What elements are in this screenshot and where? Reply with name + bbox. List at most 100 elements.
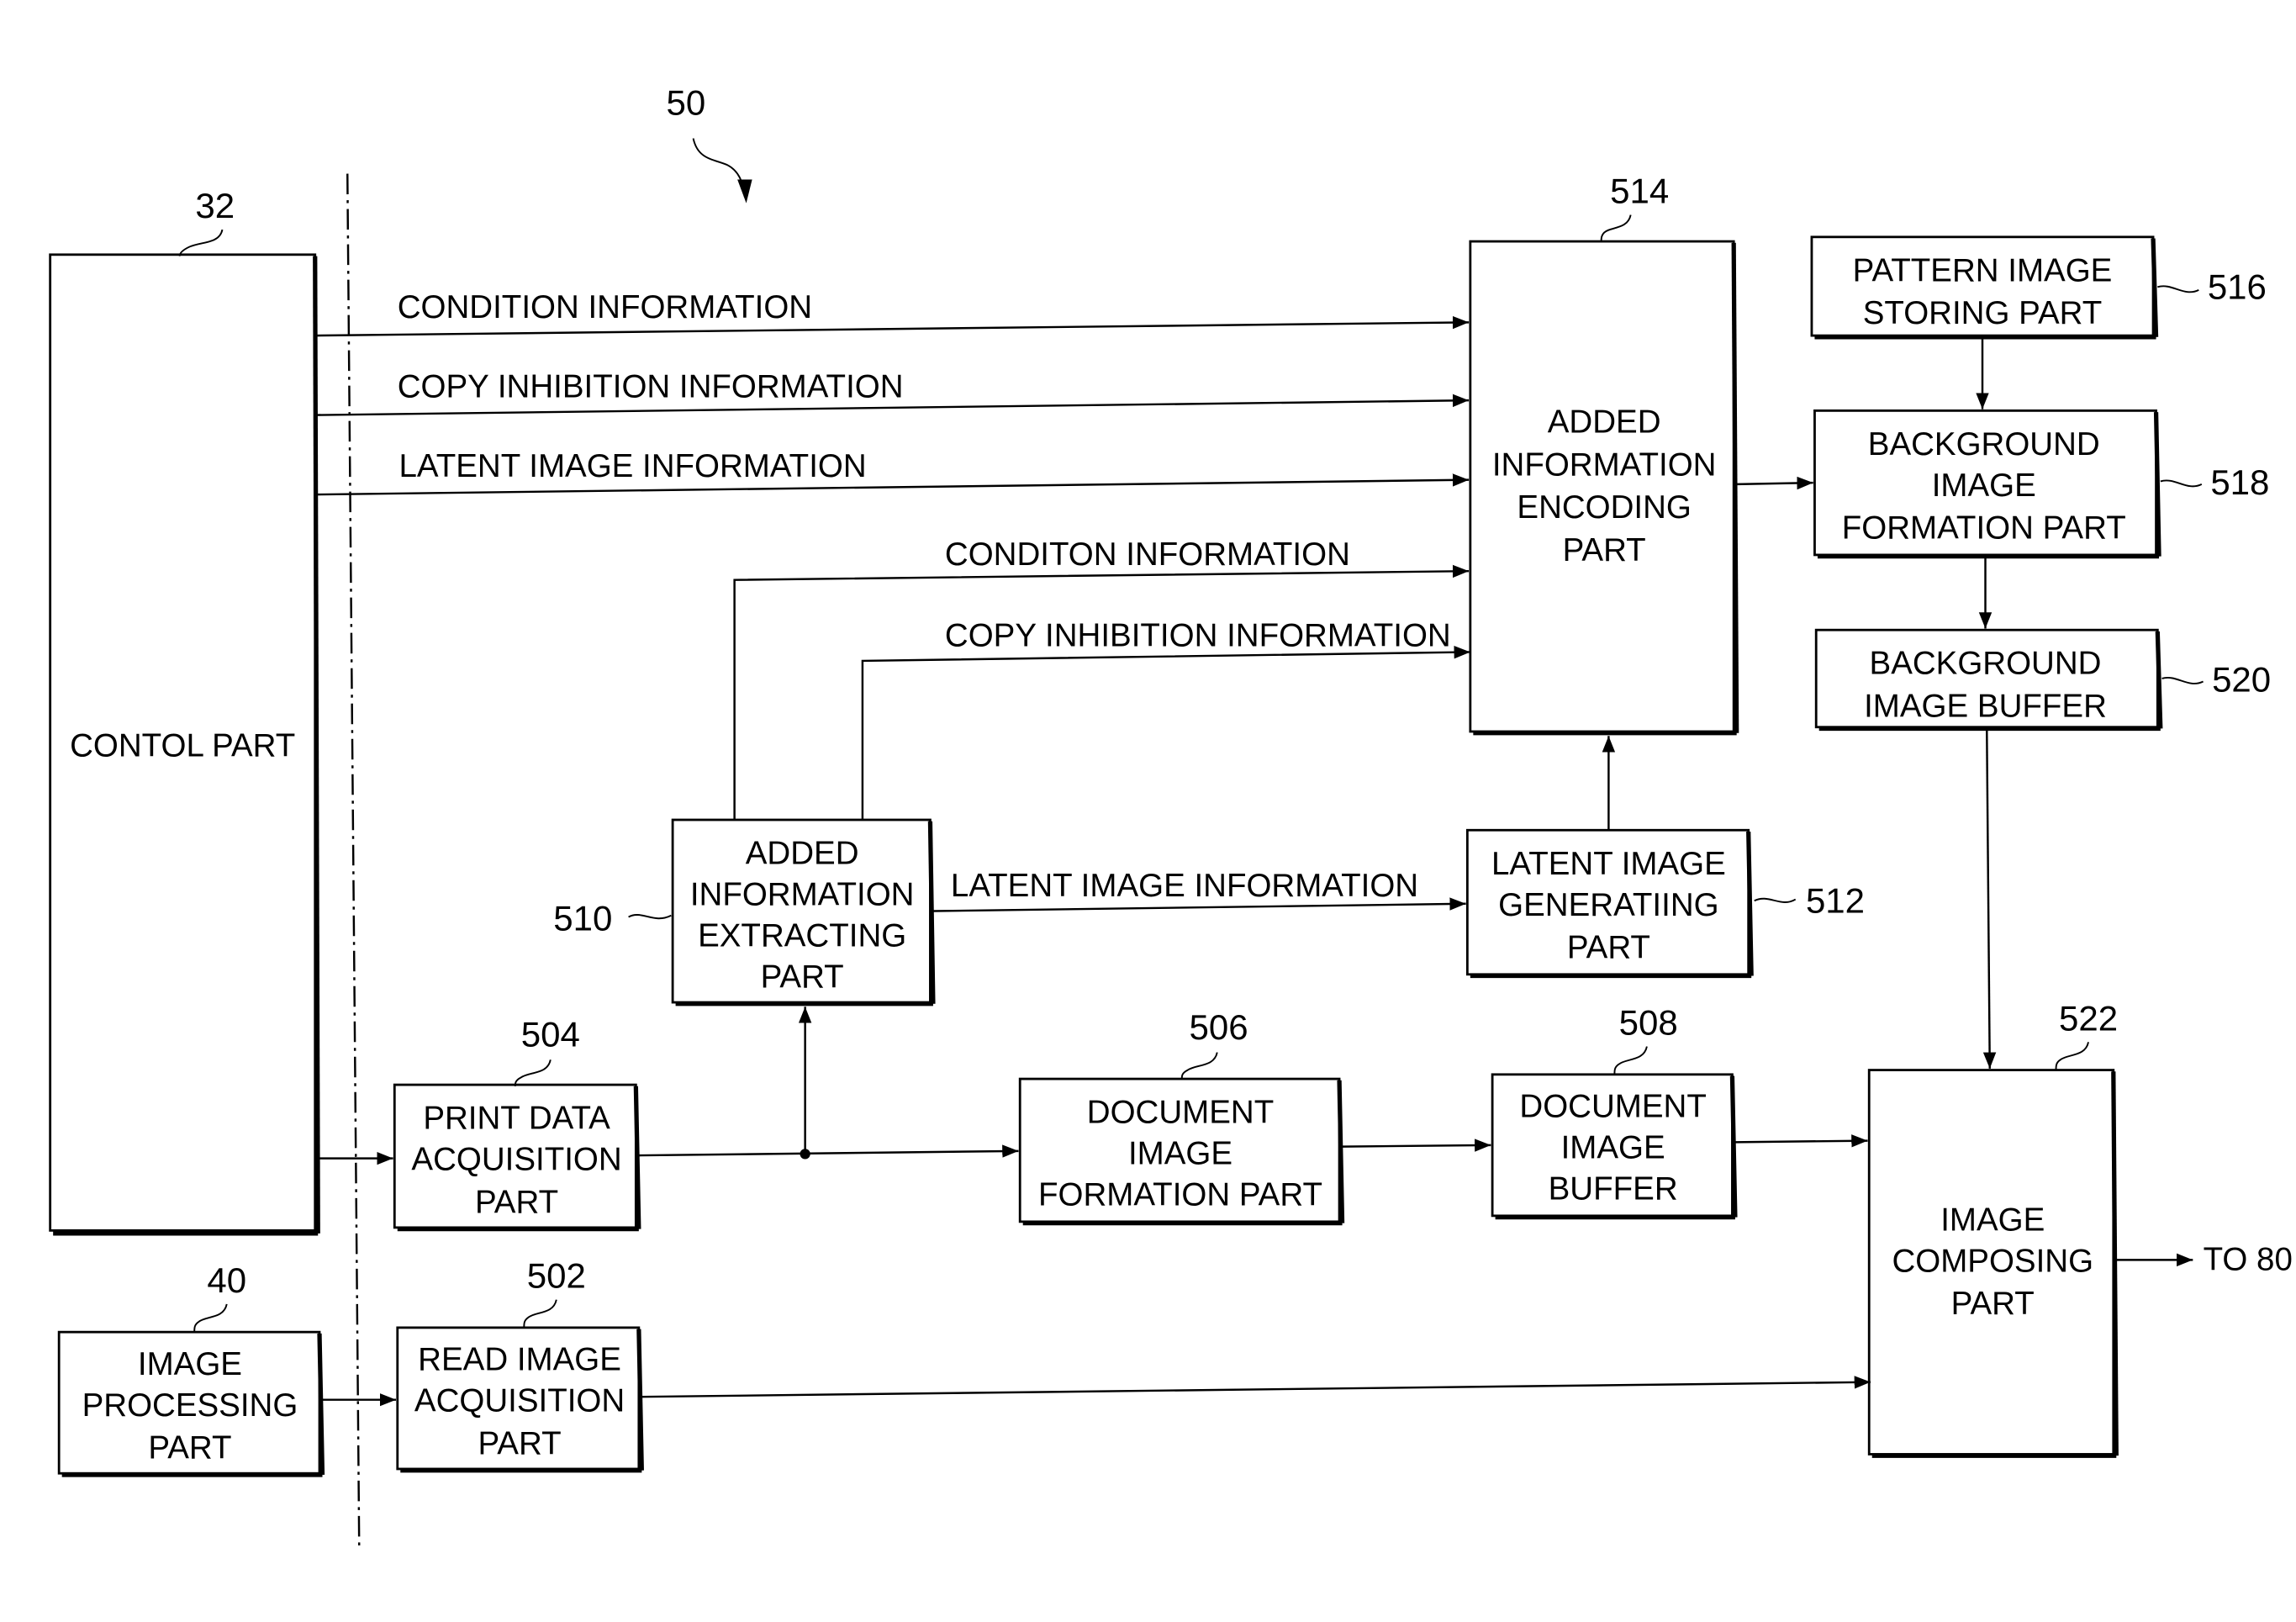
print-data-label-line1: PRINT DATA bbox=[423, 1101, 610, 1137]
encoding-part-ref: 514 bbox=[1610, 172, 1669, 211]
print-data-acquisition-part-block: PRINT DATA ACQUISITION PART bbox=[393, 1083, 641, 1232]
added-information-encoding-part-block: ADDED INFORMATION ENCODING PART bbox=[1469, 240, 1739, 736]
document-buffer-label-line2: IMAGE bbox=[1561, 1130, 1665, 1166]
encoding-part-label-line2: INFORMATION bbox=[1492, 446, 1717, 483]
read-image-acquisition-part-block: READ IMAGE ACQUISITION PART bbox=[396, 1326, 644, 1473]
latent-generating-ref: 512 bbox=[1806, 880, 1865, 920]
composing-ref: 522 bbox=[2059, 998, 2118, 1038]
extracting-part-label-line1: ADDED bbox=[746, 836, 859, 872]
control-part-ref-leader bbox=[178, 229, 224, 256]
print-data-ref: 504 bbox=[521, 1015, 580, 1054]
arrow-encoding-to-background-formation bbox=[1736, 476, 1813, 490]
flow-extract-copy-inhibition-label: COPY INHIBITION INFORMATION bbox=[945, 617, 1451, 653]
added-information-extracting-part-block: ADDED INFORMATION EXTRACTING PART bbox=[671, 818, 936, 1006]
background-formation-ref: 518 bbox=[2210, 462, 2269, 502]
flow-extract-copy-inhibition: COPY INHIBITION INFORMATION bbox=[861, 617, 1470, 821]
flow-extract-condition: CONDITON INFORMATION bbox=[733, 536, 1470, 821]
flow-extract-latent-image: LATENT IMAGE INFORMATION bbox=[932, 868, 1466, 912]
composing-label-line3: PART bbox=[1951, 1286, 2035, 1322]
extracting-part-label-line3: EXTRACTING bbox=[698, 918, 906, 954]
encoding-part-label-line1: ADDED bbox=[1548, 404, 1661, 441]
arrow-print-data-to-document-formation bbox=[638, 1144, 1019, 1158]
background-image-buffer-block: BACKGROUND IMAGE BUFFER bbox=[1814, 628, 2163, 732]
encoding-part-label-line4: PART bbox=[1563, 532, 1646, 568]
document-formation-label-line3: FORMATION PART bbox=[1038, 1177, 1322, 1213]
document-buffer-label-line3: BUFFER bbox=[1549, 1171, 1678, 1207]
flow-control-latent-image: LATENT IMAGE INFORMATION bbox=[314, 448, 1470, 496]
document-buffer-ref-leader bbox=[1613, 1046, 1648, 1075]
document-image-formation-part-block: DOCUMENT IMAGE FORMATION PART bbox=[1018, 1077, 1345, 1226]
arrow-background-buffer-to-composing bbox=[1982, 730, 1997, 1069]
pattern-image-label-line2: STORING PART bbox=[1863, 295, 2103, 331]
latent-image-generating-part-block: LATENT IMAGE GENERATIING PART bbox=[1465, 828, 1754, 979]
print-data-label-line3: PART bbox=[475, 1184, 558, 1220]
read-image-label-line1: READ IMAGE bbox=[418, 1342, 621, 1378]
pattern-image-ref: 516 bbox=[2208, 267, 2267, 306]
read-image-ref: 502 bbox=[527, 1256, 586, 1296]
pattern-image-ref-leader bbox=[2157, 285, 2199, 293]
read-image-ref-leader bbox=[523, 1299, 557, 1328]
read-image-label-line2: ACQUISITION bbox=[414, 1383, 625, 1419]
extracting-part-ref: 510 bbox=[553, 898, 612, 938]
document-formation-ref-leader bbox=[1180, 1052, 1218, 1080]
latent-generating-label-line2: GENERATIING bbox=[1498, 887, 1718, 923]
print-data-ref-leader bbox=[514, 1059, 552, 1086]
background-formation-label-line2: IMAGE bbox=[1932, 468, 2036, 504]
flow-control-copy-inhibition-label: COPY INHIBITION INFORMATION bbox=[398, 369, 904, 405]
composing-ref-leader bbox=[2055, 1042, 2089, 1070]
background-formation-label-line3: FORMATION PART bbox=[1842, 510, 2126, 547]
control-part-ref: 32 bbox=[195, 186, 235, 225]
extracting-part-label-line2: INFORMATION bbox=[690, 877, 915, 913]
background-formation-ref-leader bbox=[2160, 479, 2203, 488]
composing-label-line1: IMAGE bbox=[1940, 1202, 2045, 1238]
image-processing-part-block: IMAGE PROCESSING PART bbox=[57, 1330, 325, 1477]
document-formation-label-line2: IMAGE bbox=[1128, 1136, 1232, 1172]
document-formation-ref: 506 bbox=[1189, 1007, 1248, 1047]
flow-extract-latent-image-label: LATENT IMAGE INFORMATION bbox=[951, 868, 1418, 904]
background-buffer-ref: 520 bbox=[2212, 660, 2271, 700]
flow-control-copy-inhibition: COPY INHIBITION INFORMATION bbox=[314, 369, 1470, 416]
arrow-document-formation-to-buffer bbox=[1342, 1139, 1491, 1152]
figure-ref-arrow-icon bbox=[737, 179, 752, 203]
document-buffer-label-line1: DOCUMENT bbox=[1519, 1089, 1706, 1125]
figure-ref-leader bbox=[692, 138, 746, 198]
document-formation-label-line1: DOCUMENT bbox=[1087, 1095, 1274, 1131]
control-part-block: CONTOL PART bbox=[49, 253, 320, 1236]
read-image-label-line3: PART bbox=[478, 1425, 561, 1461]
print-data-label-line2: ACQUISITION bbox=[411, 1142, 621, 1178]
arrow-read-image-to-composing bbox=[641, 1376, 1871, 1398]
composing-label-line2: COMPOSING bbox=[1892, 1243, 2093, 1279]
latent-generating-label-line1: LATENT IMAGE bbox=[1491, 846, 1726, 882]
extracting-part-label-line4: PART bbox=[761, 959, 844, 996]
image-processing-label-line3: PART bbox=[148, 1430, 231, 1466]
arrow-document-buffer-to-composing bbox=[1734, 1134, 1868, 1148]
system-boundary-line bbox=[346, 173, 361, 1549]
output-destination-label: TO 80 bbox=[2204, 1242, 2293, 1278]
background-buffer-ref-leader bbox=[2161, 677, 2204, 684]
block-diagram: 50 CONTOL PART 32 CONDITION INFORMATION … bbox=[49, 83, 2293, 1549]
pattern-image-label-line1: PATTERN IMAGE bbox=[1853, 252, 2113, 288]
image-processing-ref-leader bbox=[193, 1303, 228, 1333]
background-formation-label-line1: BACKGROUND bbox=[1868, 426, 2100, 462]
image-processing-label-line1: IMAGE bbox=[138, 1346, 242, 1382]
flow-control-latent-image-label: LATENT IMAGE INFORMATION bbox=[399, 448, 867, 484]
document-buffer-ref: 508 bbox=[1619, 1003, 1678, 1043]
latent-generating-label-line3: PART bbox=[1567, 930, 1650, 966]
flow-extract-condition-label: CONDITON INFORMATION bbox=[945, 536, 1350, 573]
image-processing-label-line2: PROCESSING bbox=[82, 1387, 298, 1424]
background-image-formation-part-block: BACKGROUND IMAGE FORMATION PART bbox=[1813, 409, 2161, 559]
background-buffer-label-line2: IMAGE BUFFER bbox=[1864, 688, 2107, 724]
flow-control-condition-label: CONDITION INFORMATION bbox=[398, 289, 812, 325]
background-buffer-label-line1: BACKGROUND bbox=[1870, 646, 2102, 682]
encoding-part-label-line3: ENCODING bbox=[1517, 489, 1691, 526]
figure-ref-50: 50 bbox=[666, 83, 705, 123]
image-processing-ref: 40 bbox=[207, 1260, 246, 1300]
latent-generating-ref-leader bbox=[1754, 897, 1797, 903]
encoding-part-ref-leader bbox=[1600, 214, 1632, 242]
flow-control-condition: CONDITION INFORMATION bbox=[314, 289, 1470, 337]
extracting-part-ref-leader bbox=[628, 914, 672, 920]
document-image-buffer-block: DOCUMENT IMAGE BUFFER bbox=[1491, 1073, 1738, 1220]
pattern-image-storing-part-block: PATTERN IMAGE STORING PART bbox=[1810, 235, 2159, 340]
image-composing-part-block: IMAGE COMPOSING PART bbox=[1867, 1069, 2119, 1458]
control-part-label: CONTOL PART bbox=[70, 728, 295, 764]
